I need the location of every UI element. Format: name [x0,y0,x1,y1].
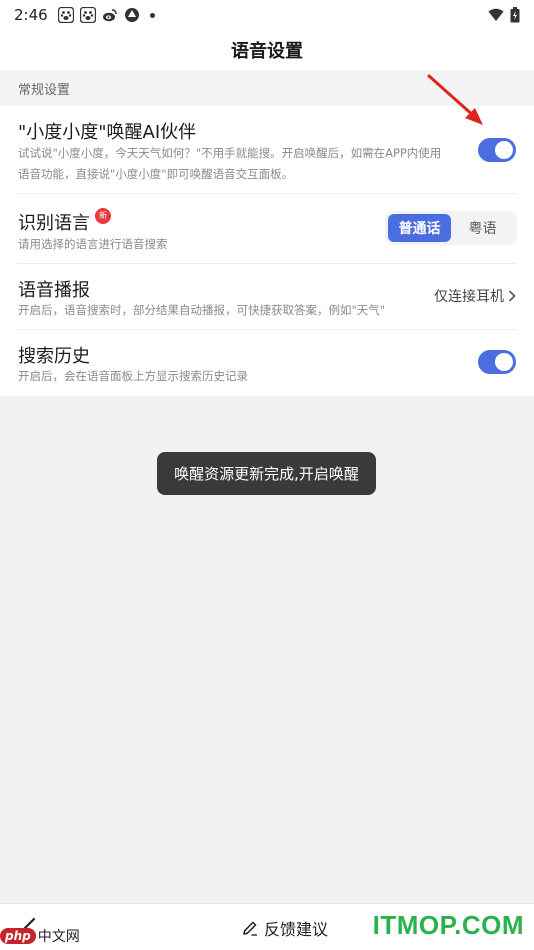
setting-row-language: 识别语言 新 请用选择的语言进行语音搜索 普通话 粤语 [0,194,534,264]
pencil-icon [243,921,257,936]
history-toggle[interactable] [478,350,516,374]
watermark-php-badge: php [0,928,36,944]
wake-toggle[interactable] [478,138,516,162]
broadcast-desc: 开启后，语音搜索时，部分结果自动播报，可快捷获取答案，例如"天气" [18,303,386,317]
app-icon [124,8,139,22]
page-title: 语音设置 [231,41,303,62]
wifi-icon [488,8,504,21]
status-system-icons [488,7,520,23]
wake-desc-line2: 语音功能，直接说"小度小度"即可唤醒语音交互面板。 [18,167,294,181]
broadcast-value: 仅连接耳机 [434,289,504,305]
setting-row-history: 搜索历史 开启后，会在语音面板上方显示搜索历史记录 [0,330,534,396]
history-title: 搜索历史 [18,346,90,367]
chevron-right-icon [508,290,516,302]
history-desc: 开启后，会在语音面板上方显示搜索历史记录 [18,369,248,383]
status-bar: 2:46 [0,0,534,30]
new-badge: 新 [95,208,111,224]
wake-title: "小度小度"唤醒AI伙伴 [18,122,197,143]
watermark-cn-text: 中文网 [37,929,80,945]
weibo-icon [102,9,117,22]
setting-row-broadcast[interactable]: 语音播报 开启后，语音搜索时，部分结果自动播报，可快捷获取答案，例如"天气" 仅… [0,264,534,330]
more-notifications-dot [149,12,155,18]
battery-icon [510,7,520,23]
language-option-cantonese[interactable]: 粤语 [451,214,514,242]
title-bar: 语音设置 [0,30,534,70]
toast-text: 唤醒资源更新完成,开启唤醒 [174,465,359,483]
language-segmented-control: 普通话 粤语 [385,211,517,245]
broadcast-value-link[interactable]: 仅连接耳机 [434,286,516,306]
settings-list: "小度小度"唤醒AI伙伴 试试说"小度小度，今天天气如何？"不用手就能搜。开启唤… [0,106,534,396]
toggle-knob [495,353,513,371]
wake-desc-line1: 试试说"小度小度，今天天气如何？"不用手就能搜。开启唤醒后，如需在APP内使用 [18,146,442,160]
language-title: 识别语言 [18,213,90,234]
broadcast-title: 语音播报 [18,280,90,301]
status-time: 2:46 [14,6,48,24]
toggle-knob [495,141,513,159]
feedback-button[interactable]: 反馈建议 [242,916,328,940]
feedback-label: 反馈建议 [264,920,329,939]
baidu-paw-icon [79,7,96,23]
watermark-itmop: ITMOP.COM [372,910,524,940]
baidu-paw-icon [57,7,74,23]
toast: 唤醒资源更新完成,开启唤醒 [157,452,376,495]
annotation-arrow-icon [427,74,483,125]
language-option-mandarin[interactable]: 普通话 [388,214,451,242]
section-title: 常规设置 [18,82,71,98]
language-desc: 请用选择的语言进行语音搜索 [18,237,168,251]
watermark-php-cn: php 中文网 [0,926,80,946]
status-notification-icons [57,7,155,23]
